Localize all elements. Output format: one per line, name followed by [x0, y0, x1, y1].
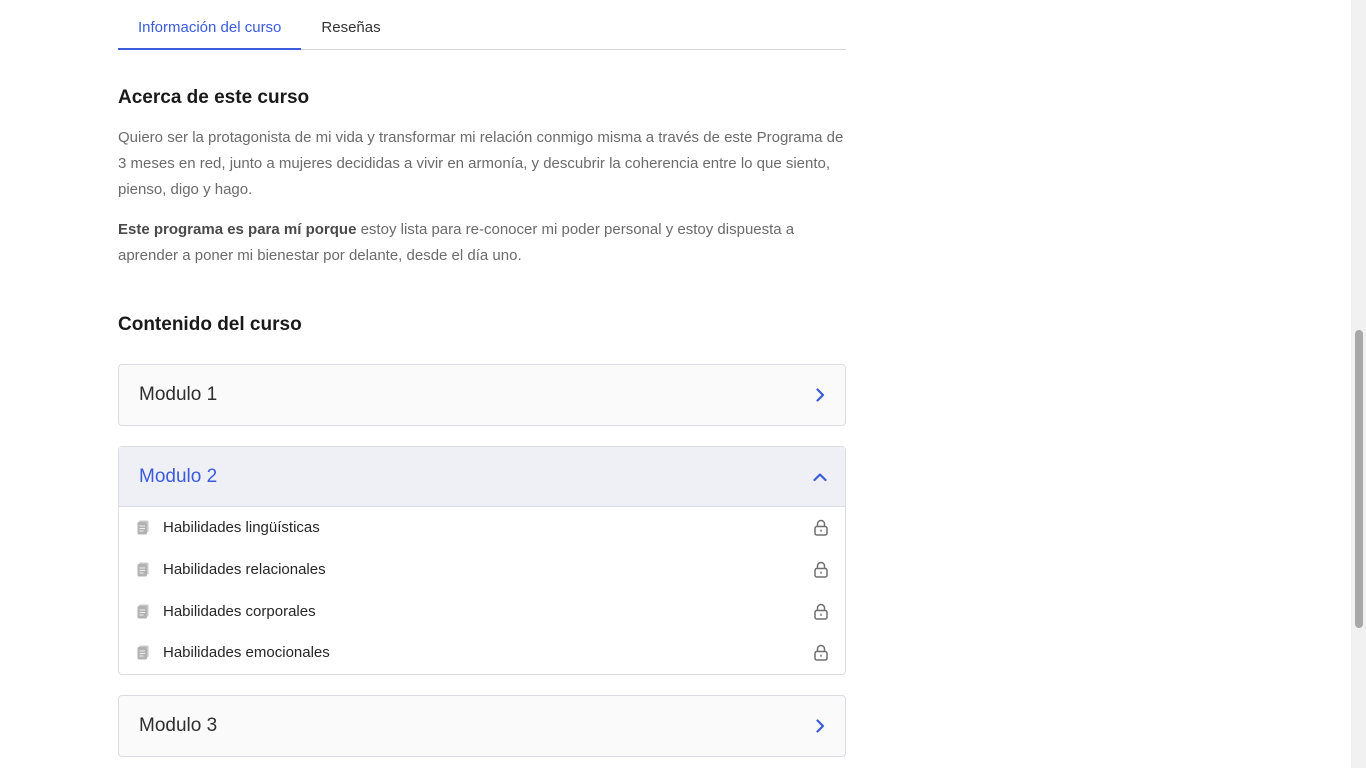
module-2: Modulo 2 Habilidades lingüísticas Habili… [118, 446, 846, 675]
course-content-title: Contenido del curso [118, 314, 302, 335]
course-main-content: Información del curso Reseñas Acerca de … [118, 0, 846, 757]
lock-icon [813, 603, 829, 620]
lesson-label: Habilidades corporales [163, 602, 316, 620]
chevron-right-icon [813, 388, 827, 402]
lesson-left: Habilidades lingüísticas [137, 519, 320, 536]
lesson-label: Habilidades lingüísticas [163, 519, 320, 537]
lesson-left: Habilidades relacionales [137, 561, 326, 578]
lesson-left: Habilidades emocionales [137, 644, 330, 661]
lesson-item[interactable]: Habilidades emocionales [119, 632, 845, 674]
module-3: Modulo 3 [118, 695, 846, 757]
tab-course-info[interactable]: Información del curso [118, 0, 302, 50]
lesson-item[interactable]: Habilidades lingüísticas [119, 507, 845, 549]
chevron-right-icon [813, 719, 827, 733]
document-icon [137, 645, 149, 660]
module-1: Modulo 1 [118, 364, 846, 426]
lesson-label: Habilidades emocionales [163, 644, 330, 662]
tab-reviews[interactable]: Reseñas [301, 0, 400, 50]
lesson-label: Habilidades relacionales [163, 561, 326, 579]
about-course-audience: Este programa es para mí porque estoy li… [118, 217, 846, 269]
about-course-title: Acerca de este curso [118, 87, 310, 108]
module-2-lesson-list: Habilidades lingüísticas Habilidades rel… [119, 507, 845, 674]
chevron-up-icon [813, 470, 827, 484]
about-course-description: Quiero ser la protagonista de mi vida y … [118, 129, 844, 198]
module-2-name: Modulo 2 [139, 465, 218, 487]
audience-lead-text: Este programa es para mí porque [118, 221, 357, 238]
module-1-header[interactable]: Modulo 1 [119, 365, 845, 425]
lesson-left: Habilidades corporales [137, 603, 316, 620]
module-2-header[interactable]: Modulo 2 [119, 447, 845, 507]
lock-icon [813, 561, 829, 578]
module-3-name: Modulo 3 [139, 715, 218, 736]
lock-icon [813, 519, 829, 537]
page-scrollbar[interactable] [1351, 0, 1366, 768]
module-1-name: Modulo 1 [139, 384, 218, 405]
scrollbar-thumb[interactable] [1355, 330, 1363, 628]
document-icon [137, 520, 149, 535]
document-icon [137, 604, 149, 619]
lesson-item[interactable]: Habilidades relacionales [119, 549, 845, 591]
lock-icon [813, 644, 829, 662]
document-icon [137, 562, 149, 577]
lesson-item[interactable]: Habilidades corporales [119, 590, 845, 632]
course-tabs: Información del curso Reseñas [118, 0, 846, 50]
module-3-header[interactable]: Modulo 3 [119, 696, 845, 756]
